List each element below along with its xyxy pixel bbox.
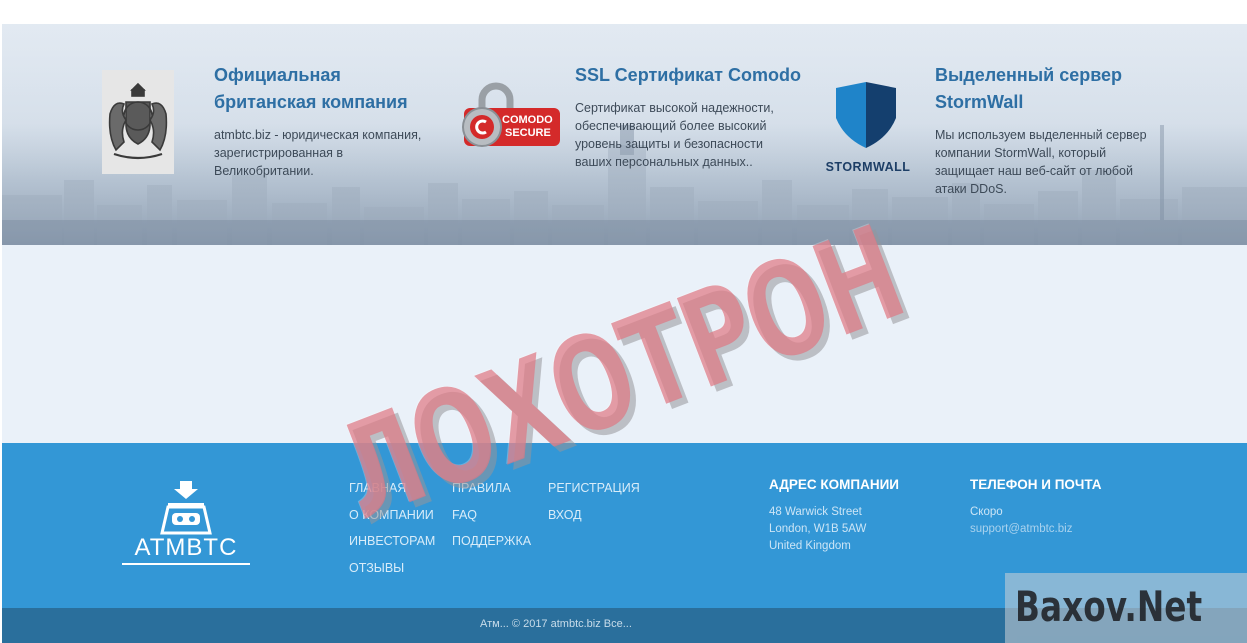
content-blank-area <box>2 245 1247 443</box>
footer-contact: ТЕЛЕФОН И ПОЧТА Скоро support@atmbtc.biz <box>970 475 1102 538</box>
comodo-secure-padlock-icon[interactable]: COMODO SECURE <box>460 82 564 154</box>
page: Официальная британская компания atmbtc.b… <box>0 0 1247 643</box>
stormwall-logo-text: STORMWALL <box>825 160 911 174</box>
brand-name: ATMBTC <box>134 534 238 561</box>
address-line: London, W1B 5AW <box>769 523 867 535</box>
uk-royal-coat-of-arms-icon <box>102 70 174 174</box>
ssl-title: SSL Сертификат Comodo <box>575 65 801 85</box>
footer-menu-col1: ГЛАВНАЯ О КОМПАНИИ ИНВЕСТОРАМ ОТЗЫВЫ <box>349 475 435 581</box>
comodo-badge-line1: COMODO <box>502 114 553 126</box>
contact-email-link[interactable]: support@atmbtc.biz <box>970 521 1102 538</box>
menu-item-investors[interactable]: ИНВЕСТОРАМ <box>349 528 435 555</box>
menu-item-register[interactable]: РЕГИСТРАЦИЯ <box>548 475 640 502</box>
menu-item-support[interactable]: ПОДДЕРЖКА <box>452 528 531 555</box>
site-watermark: Baxov.Net <box>1005 573 1247 643</box>
menu-item-about[interactable]: О КОМПАНИИ <box>349 502 435 529</box>
comodo-badge-line2: SECURE <box>505 127 551 139</box>
stormwall-text: Мы используем выделенный сервер компании… <box>935 128 1147 196</box>
uk-company-title: Официальная британская компания <box>214 65 408 112</box>
copyright-text: Атм... © 2017 atmbtc.biz Все... <box>480 618 632 630</box>
stormwall-shield-icon[interactable]: STORMWALL <box>820 80 916 178</box>
contact-title: ТЕЛЕФОН И ПОЧТА <box>970 477 1102 492</box>
menu-item-login[interactable]: ВХОД <box>548 502 640 529</box>
footer-menu-col3: РЕГИСТРАЦИЯ ВХОД <box>548 475 640 528</box>
watermark-text: Baxov.Net <box>1015 582 1203 631</box>
footer-menu-col2: ПРАВИЛА FAQ ПОДДЕРЖКА <box>452 475 531 555</box>
ssl-text: Сертификат высокой надежности, обеспечив… <box>575 101 774 169</box>
address-title: АДРЕС КОМПАНИИ <box>769 477 899 492</box>
footer-address: АДРЕС КОМПАНИИ 48 Warwick Street London,… <box>769 475 899 555</box>
menu-item-rules[interactable]: ПРАВИЛА <box>452 475 531 502</box>
menu-item-reviews[interactable]: ОТЗЫВЫ <box>349 555 435 582</box>
address-line: United Kingdom <box>769 540 851 552</box>
brand-underline <box>122 563 250 565</box>
address-line: 48 Warwick Street <box>769 506 862 518</box>
contact-phone: Скоро <box>970 506 1003 518</box>
uk-company-text: atmbtc.biz - юридическая компания, зарег… <box>214 128 422 178</box>
stormwall-title: Выделенный сервер StormWall <box>935 65 1123 112</box>
menu-item-faq[interactable]: FAQ <box>452 502 531 529</box>
trust-section: Официальная британская компания atmbtc.b… <box>2 24 1247 245</box>
menu-item-home[interactable]: ГЛАВНАЯ <box>349 475 435 502</box>
atm-cash-icon <box>160 481 212 535</box>
footer-brand-logo[interactable]: ATMBTC <box>120 481 252 571</box>
